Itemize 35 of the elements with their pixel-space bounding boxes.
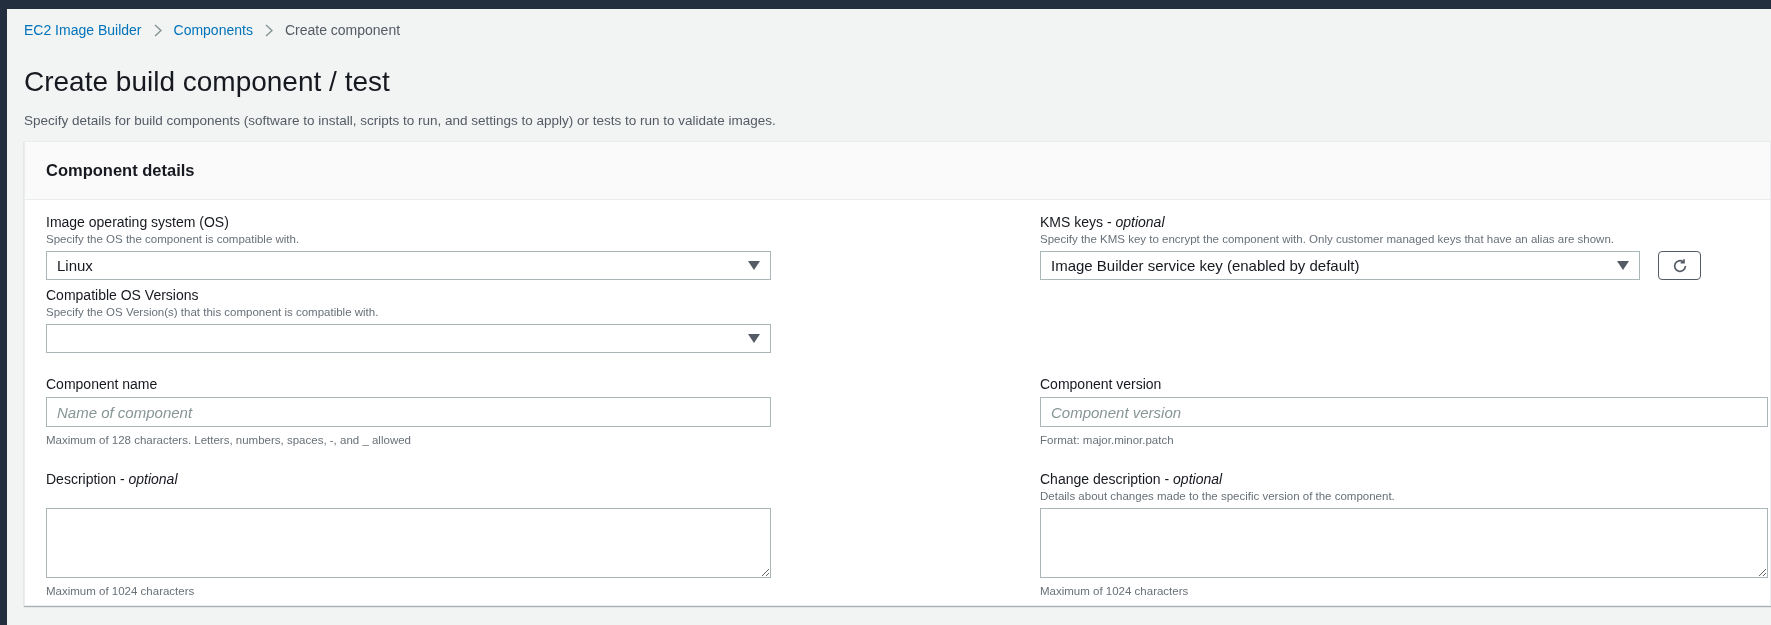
field-label: KMS keys - optional xyxy=(1040,213,1166,232)
field-footer: Maximum of 1024 characters xyxy=(1040,583,1768,600)
caret-down-icon xyxy=(748,261,760,271)
chevron-right-icon xyxy=(153,24,162,37)
select-dropdown[interactable]: Linux xyxy=(46,251,771,281)
field-label: Change description - optional xyxy=(1040,470,1224,489)
field-label: Compatible OS Versions xyxy=(46,286,200,305)
refresh-icon xyxy=(1671,257,1688,274)
field-hint: Specify the OS Version(s) that this component is compatible with. xyxy=(46,305,380,321)
chevron-right-icon xyxy=(264,24,273,37)
field-label: Image operating system (OS) xyxy=(46,213,230,232)
page-description: Specify details for build components (software to install, scripts to run, and settings to apply) or tests to run to validate images. xyxy=(24,112,777,130)
text-area[interactable] xyxy=(1040,508,1768,579)
field-footer: Maximum of 128 characters. Letters, numbers, spaces, -, and _ allowed xyxy=(46,432,771,449)
text-field[interactable]: Component version xyxy=(1040,397,1768,428)
breadcrumb-link[interactable]: EC2 Image Builder xyxy=(24,20,142,41)
breadcrumb-link[interactable]: Components xyxy=(173,20,253,41)
breadcrumb-current: Create component xyxy=(284,21,401,40)
page-title: Create build component / test xyxy=(24,65,391,99)
field-hint: Details about changes made to the specific version of the component. xyxy=(1040,489,1396,505)
field-label: Component name xyxy=(46,375,159,394)
caret-down-icon xyxy=(1617,261,1629,271)
field-hint: Specify the KMS key to encrypt the component with. Only customer managed keys that have an alias are shown. xyxy=(1040,232,1616,248)
text-field[interactable]: Name of component xyxy=(46,397,771,428)
select-dropdown[interactable]: Image Builder service key (enabled by default) xyxy=(1040,251,1640,281)
select-dropdown[interactable] xyxy=(46,324,771,354)
field-label: Component version xyxy=(1040,375,1163,394)
refresh-button[interactable] xyxy=(1658,251,1701,281)
field-footer: Maximum of 1024 characters xyxy=(46,583,771,600)
field-hint: Specify the OS the component is compatible with. xyxy=(46,232,301,248)
text-area[interactable] xyxy=(46,508,771,579)
field-footer: Format: major.minor.patch xyxy=(1040,432,1768,449)
field-label: Description - optional xyxy=(46,470,179,489)
caret-down-icon xyxy=(748,334,760,344)
panel-title: Component details xyxy=(46,160,195,182)
